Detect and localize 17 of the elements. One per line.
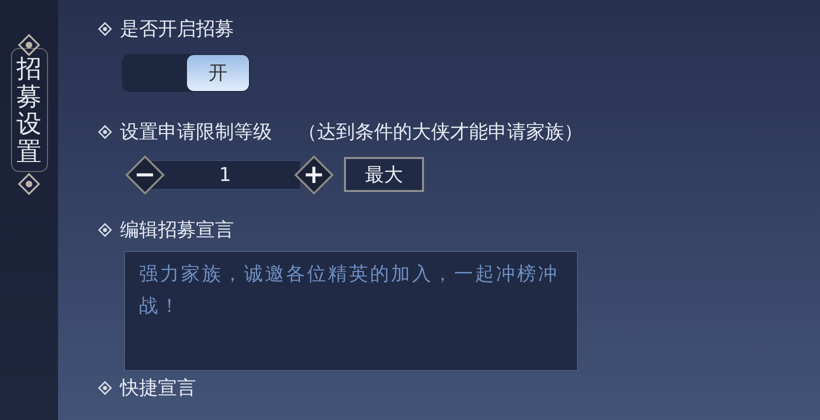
max-button[interactable]: 最大 [344,157,424,192]
declaration-field[interactable]: 强力家族，诚邀各位精英的加入，一起冲榜冲战！ [124,251,578,371]
diamond-icon [98,223,112,237]
sidebar-title: 招募设置 [10,48,48,172]
diamond-icon [98,22,112,36]
section-label: 是否开启招募 [120,17,234,42]
section-label: 快捷宣言 [120,376,196,401]
ornament-icon [18,34,40,56]
diamond-icon [98,125,112,139]
section-label: 设置申请限制等级 [120,120,272,145]
ornament-icon [18,173,40,195]
toggle-thumb: 开 [187,55,249,91]
plus-button[interactable]: + [294,155,334,195]
toggle-switch[interactable]: 开 [122,54,250,92]
hint-text: （达到条件的大侠才能申请家族） [298,120,583,145]
diamond-icon [98,381,112,395]
section-label: 编辑招募宣言 [120,218,234,243]
